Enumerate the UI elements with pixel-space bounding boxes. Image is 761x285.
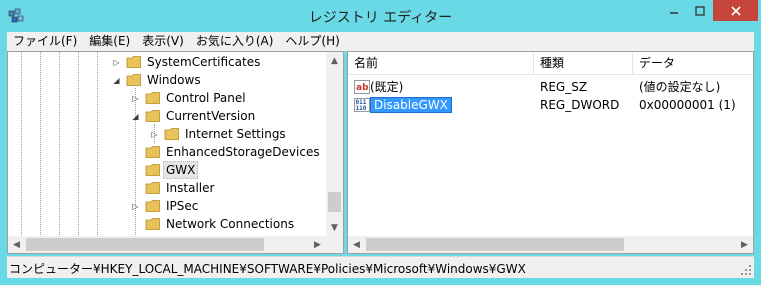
tree-item-internet-settings[interactable]: ▷ Internet Settings bbox=[8, 125, 325, 143]
expand-icon[interactable]: ▷ bbox=[131, 94, 140, 103]
tree-item-label-selected: GWX bbox=[163, 161, 199, 179]
tree-horizontal-scrollbar[interactable]: ◀ ▶ bbox=[8, 236, 326, 253]
tree-item-installer[interactable]: Installer bbox=[8, 179, 325, 197]
menu-view[interactable]: 表示(V) bbox=[136, 32, 190, 51]
tree-item-label: SystemCertificates bbox=[147, 55, 261, 69]
menu-favorites[interactable]: お気に入り(A) bbox=[190, 32, 280, 51]
scroll-up-arrow-icon[interactable]: ▲ bbox=[326, 52, 343, 69]
tree-item-enhancedstoragedevices[interactable]: EnhancedStorageDevices bbox=[8, 143, 325, 161]
tree-item-label: Windows bbox=[147, 73, 201, 87]
scroll-left-arrow-icon[interactable]: ◀ bbox=[348, 236, 365, 253]
menu-help[interactable]: ヘルプ(H) bbox=[279, 32, 345, 51]
folder-icon bbox=[145, 182, 160, 194]
list-row-default[interactable]: ab (既定) REG_SZ (値の設定なし) bbox=[348, 78, 753, 96]
tree-item-network-connections[interactable]: Network Connections bbox=[8, 215, 325, 233]
scroll-right-arrow-icon[interactable]: ▶ bbox=[736, 236, 753, 253]
value-name-selected[interactable]: DisableGWX bbox=[370, 97, 452, 113]
column-header-name[interactable]: 名前 bbox=[348, 52, 534, 75]
binary-value-icon: 011 110 bbox=[354, 98, 370, 112]
tree-item-label: Internet Settings bbox=[185, 127, 286, 141]
tree-expander bbox=[131, 166, 140, 175]
close-icon bbox=[730, 5, 741, 16]
collapse-icon[interactable]: ◢ bbox=[112, 76, 121, 85]
tree-item-ipsec[interactable]: ▷ IPSec bbox=[8, 197, 325, 215]
value-data: (値の設定なし) bbox=[639, 80, 721, 94]
folder-icon bbox=[145, 92, 160, 104]
svg-text:ab: ab bbox=[356, 83, 369, 93]
tree-item-label: EnhancedStorageDevices bbox=[166, 145, 320, 159]
tree-vertical-scroll-thumb[interactable] bbox=[328, 192, 341, 212]
scroll-corner bbox=[326, 236, 343, 253]
expand-icon[interactable]: ▷ bbox=[150, 130, 159, 139]
tree-item-label: IPSec bbox=[166, 199, 199, 213]
value-name: (既定) bbox=[370, 80, 404, 94]
tree-item-label: Network Connections bbox=[166, 217, 295, 231]
folder-icon bbox=[145, 200, 160, 212]
maximize-icon bbox=[695, 5, 705, 16]
window-title: レジストリ エディター bbox=[308, 10, 453, 26]
title-bar[interactable]: レジストリ エディター bbox=[0, 0, 761, 32]
column-header-data[interactable]: データ bbox=[633, 52, 753, 75]
status-bar: コンピューター¥HKEY_LOCAL_MACHINE¥SOFTWARE¥Poli… bbox=[7, 256, 754, 278]
list-horizontal-scrollbar[interactable]: ◀ ▶ bbox=[348, 236, 753, 253]
folder-icon bbox=[145, 218, 160, 230]
collapse-icon[interactable]: ◢ bbox=[131, 112, 140, 121]
registry-values-list[interactable]: 名前 種類 データ ab (既定) REG_SZ (値の設定なし) 011 11… bbox=[347, 51, 754, 254]
value-type: REG_DWORD bbox=[540, 98, 620, 112]
scroll-right-arrow-icon[interactable]: ▶ bbox=[309, 236, 326, 253]
tree-expander bbox=[131, 184, 140, 193]
tree-item-windows[interactable]: ◢ Windows bbox=[8, 71, 325, 89]
tree-expander bbox=[131, 148, 140, 157]
tree-expander bbox=[131, 220, 140, 229]
scroll-left-arrow-icon[interactable]: ◀ bbox=[8, 236, 25, 253]
column-header-type[interactable]: 種類 bbox=[534, 52, 633, 75]
resize-grip-icon[interactable] bbox=[740, 264, 752, 276]
tree-item-gwx[interactable]: GWX bbox=[8, 161, 325, 179]
menu-bar: ファイル(F) 編集(E) 表示(V) お気に入り(A) ヘルプ(H) bbox=[7, 32, 754, 51]
folder-icon bbox=[126, 56, 141, 68]
expand-icon[interactable]: ▷ bbox=[131, 202, 140, 211]
minimize-button[interactable] bbox=[661, 0, 687, 21]
maximize-button[interactable] bbox=[687, 0, 713, 21]
tree-item-systemcertificates[interactable]: ▷ SystemCertificates bbox=[8, 53, 325, 71]
minimize-icon bbox=[670, 11, 678, 14]
folder-open-icon bbox=[126, 74, 141, 86]
list-row-disablegwx[interactable]: 011 110 DisableGWX REG_DWORD 0x00000001 … bbox=[348, 96, 753, 114]
tree-item-currentversion[interactable]: ◢ CurrentVersion bbox=[8, 107, 325, 125]
folder-open-icon bbox=[145, 110, 160, 122]
string-value-icon: ab bbox=[354, 80, 370, 94]
value-data: 0x00000001 (1) bbox=[639, 98, 736, 112]
registry-editor-window: レジストリ エディター ファイル(F) 編集(E) 表示(V) お気に入り(A)… bbox=[0, 0, 761, 285]
status-path: コンピューター¥HKEY_LOCAL_MACHINE¥SOFTWARE¥Poli… bbox=[9, 262, 526, 276]
folder-icon bbox=[145, 146, 160, 158]
svg-text:110: 110 bbox=[356, 105, 367, 112]
scroll-down-arrow-icon[interactable]: ▼ bbox=[326, 219, 343, 236]
close-button[interactable] bbox=[713, 0, 758, 21]
list-header: 名前 種類 データ bbox=[348, 52, 753, 75]
expand-icon[interactable]: ▷ bbox=[112, 58, 121, 67]
tree-item-label: CurrentVersion bbox=[166, 109, 256, 123]
folder-icon bbox=[164, 128, 179, 140]
tree-vertical-scrollbar[interactable]: ▲ ▼ bbox=[326, 52, 343, 236]
list-horizontal-scroll-thumb[interactable] bbox=[366, 238, 624, 251]
tree-item-label: Control Panel bbox=[166, 91, 246, 105]
value-type: REG_SZ bbox=[540, 80, 588, 94]
menu-file[interactable]: ファイル(F) bbox=[7, 32, 83, 51]
tree-item-label: Installer bbox=[166, 181, 215, 195]
tree-horizontal-scroll-thumb[interactable] bbox=[26, 238, 264, 251]
registry-key-tree[interactable]: ▷ SystemCertificates ◢ Windows ▷ Control… bbox=[7, 51, 344, 254]
tree-item-control-panel[interactable]: ▷ Control Panel bbox=[8, 89, 325, 107]
folder-icon bbox=[145, 164, 160, 176]
menu-edit[interactable]: 編集(E) bbox=[83, 32, 136, 51]
